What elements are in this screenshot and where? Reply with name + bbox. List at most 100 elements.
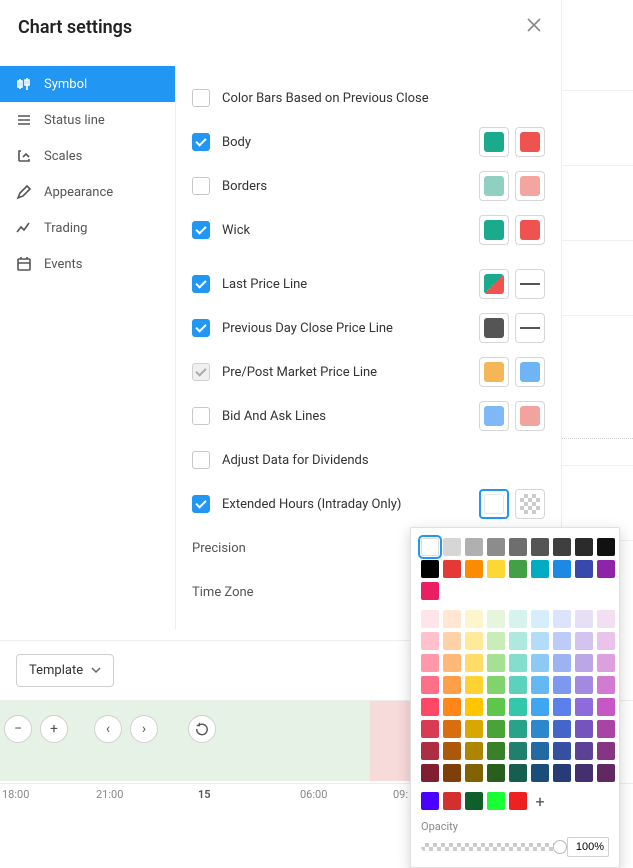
color-swatch[interactable] [575,720,593,738]
color-swatch[interactable] [531,654,549,672]
color-swatch[interactable] [597,654,615,672]
ask-color[interactable] [515,401,545,431]
ext-hours-color-2[interactable] [515,489,545,519]
color-swatch[interactable] [597,698,615,716]
color-swatch[interactable] [487,560,505,578]
sidebar-item-trading[interactable]: Trading [0,210,175,246]
color-swatch[interactable] [553,676,571,694]
wick-down-color[interactable] [515,215,545,245]
color-swatch[interactable] [421,720,439,738]
color-swatch[interactable] [597,610,615,628]
color-swatch[interactable] [575,560,593,578]
color-swatch[interactable] [553,698,571,716]
wick-up-color[interactable] [479,215,509,245]
color-swatch[interactable] [465,742,483,760]
prev-close-color[interactable] [479,313,509,343]
color-swatch[interactable] [531,632,549,650]
body-up-color[interactable] [479,127,509,157]
color-swatch[interactable] [531,538,549,556]
prev-close-checkbox[interactable] [192,319,210,337]
color-swatch[interactable] [465,676,483,694]
color-swatch[interactable] [465,538,483,556]
color-swatch[interactable] [575,610,593,628]
wick-checkbox[interactable] [192,221,210,239]
color-swatch[interactable] [465,792,483,810]
last-price-color[interactable] [479,269,509,299]
prepost-checkbox[interactable] [192,363,210,381]
color-swatch[interactable] [465,764,483,782]
color-swatch[interactable] [421,764,439,782]
prepost-color-2[interactable] [515,357,545,387]
color-swatch[interactable] [509,560,527,578]
color-swatch[interactable] [465,654,483,672]
color-bars-prev-close-checkbox[interactable] [192,89,210,107]
sidebar-item-appearance[interactable]: Appearance [0,174,175,210]
zoom-in-button[interactable]: + [40,715,68,743]
last-price-line-style[interactable] [515,269,545,299]
color-swatch[interactable] [531,610,549,628]
sidebar-item-symbol[interactable]: Symbol [0,66,175,102]
color-swatch[interactable] [421,582,439,600]
close-button[interactable] [525,16,543,38]
color-swatch[interactable] [509,538,527,556]
color-swatch[interactable] [443,742,461,760]
color-swatch[interactable] [531,560,549,578]
color-swatch[interactable] [575,698,593,716]
color-swatch[interactable] [487,720,505,738]
color-swatch[interactable] [443,632,461,650]
borders-up-color[interactable] [479,171,509,201]
color-swatch[interactable] [487,698,505,716]
color-swatch[interactable] [443,560,461,578]
color-swatch[interactable] [531,742,549,760]
color-swatch[interactable] [531,764,549,782]
color-swatch[interactable] [575,538,593,556]
color-swatch[interactable] [443,698,461,716]
color-swatch[interactable] [575,764,593,782]
bid-color[interactable] [479,401,509,431]
color-swatch[interactable] [443,654,461,672]
last-price-checkbox[interactable] [192,275,210,293]
color-swatch[interactable] [509,720,527,738]
color-swatch[interactable] [487,764,505,782]
color-swatch[interactable] [597,764,615,782]
color-swatch[interactable] [443,610,461,628]
template-dropdown[interactable]: Template [16,654,114,687]
color-swatch[interactable] [553,654,571,672]
color-swatch[interactable] [487,654,505,672]
color-swatch[interactable] [553,610,571,628]
adjust-div-checkbox[interactable] [192,451,210,469]
borders-down-color[interactable] [515,171,545,201]
color-swatch[interactable] [465,720,483,738]
color-swatch[interactable] [443,538,461,556]
color-swatch[interactable] [509,792,527,810]
color-swatch[interactable] [597,676,615,694]
color-swatch[interactable] [575,742,593,760]
color-swatch[interactable] [575,654,593,672]
color-swatch[interactable] [531,698,549,716]
body-checkbox[interactable] [192,133,210,151]
color-swatch[interactable] [487,610,505,628]
color-swatch[interactable] [487,676,505,694]
color-swatch[interactable] [553,538,571,556]
color-swatch[interactable] [553,632,571,650]
color-swatch[interactable] [509,610,527,628]
body-down-color[interactable] [515,127,545,157]
scroll-right-button[interactable]: › [130,715,158,743]
color-swatch[interactable] [509,764,527,782]
zoom-out-button[interactable]: − [4,715,32,743]
color-swatch[interactable] [421,654,439,672]
color-swatch[interactable] [421,698,439,716]
prepost-color-1[interactable] [479,357,509,387]
sidebar-item-statusline[interactable]: Status line [0,102,175,138]
color-swatch[interactable] [597,538,615,556]
color-swatch[interactable] [509,632,527,650]
color-swatch[interactable] [465,698,483,716]
color-swatch[interactable] [421,742,439,760]
color-swatch[interactable] [421,632,439,650]
opacity-thumb[interactable] [553,840,567,854]
color-swatch[interactable] [553,720,571,738]
color-swatch[interactable] [597,560,615,578]
color-swatch[interactable] [443,764,461,782]
opacity-slider[interactable] [421,843,561,851]
color-swatch[interactable] [421,560,439,578]
